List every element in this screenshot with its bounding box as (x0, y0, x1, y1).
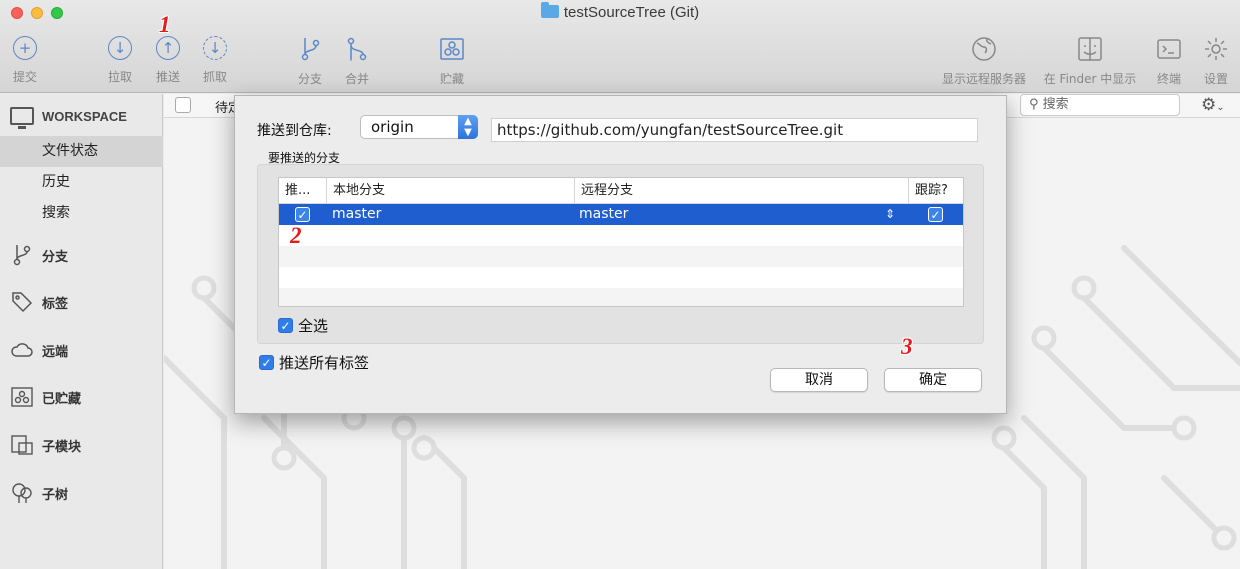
repo-url-field[interactable]: https://github.com/yungfan/testSourceTre… (491, 118, 978, 142)
branches-label: 分支 (42, 249, 69, 265)
workspace-header: WORKSPACE (10, 104, 127, 129)
settings-button[interactable]: 设置 (1186, 36, 1240, 87)
cloud-icon (10, 338, 34, 362)
cancel-button[interactable]: 取消 (770, 368, 868, 392)
remote-branch-select[interactable]: master (579, 204, 628, 225)
table-row-empty (279, 225, 963, 246)
sidebar-item-history[interactable]: 历史 (0, 167, 163, 198)
sidebar-section-subtrees[interactable]: 子树 (10, 479, 68, 507)
submodule-icon (10, 433, 34, 457)
show-remote-label: 显示远程服务器 (941, 72, 1026, 86)
table-row-empty (279, 267, 963, 288)
tree-icon (10, 481, 34, 505)
sidebar-section-submodules[interactable]: 子模块 (10, 431, 81, 459)
select-all-checkbox[interactable]: ✓ 全选 (278, 315, 328, 336)
settings-label: 设置 (1203, 72, 1228, 86)
sidebar-section-remotes[interactable]: 远端 (10, 336, 68, 364)
workspace-label: WORKSPACE (42, 108, 127, 124)
search-input[interactable]: ⚲ 搜索 (1020, 94, 1180, 116)
table-row[interactable]: ✓ master master ⇕ ✓ (279, 204, 963, 225)
fetch-dashed-circle-icon: ↓ (203, 36, 227, 60)
chevron-updown-icon: ▲ ▼ (458, 115, 478, 139)
push-all-tags-label: 推送所有标签 (279, 354, 370, 372)
finder-icon (1078, 37, 1102, 61)
push-to-repo-label: 推送到仓库: (257, 123, 332, 139)
column-header-remote-branch[interactable]: 远程分支 (575, 178, 909, 204)
chevron-updown-icon[interactable]: ⇕ (885, 204, 895, 225)
gear-icon: ⚙ (1201, 95, 1217, 115)
checkmark-icon: ✓ (259, 355, 274, 370)
arrow-down-circle-icon: ↓ (108, 36, 132, 60)
tag-icon (10, 290, 34, 314)
local-branch-cell: master (332, 206, 382, 222)
stashes-label: 已贮藏 (42, 391, 82, 407)
show-in-finder-button[interactable]: 在 Finder 中显示 (1038, 36, 1142, 87)
table-row-empty (279, 288, 963, 306)
commit-button[interactable]: + 提交 (0, 36, 55, 85)
title-toolbar: testSourceTree (Git) + 提交 ↓ 拉取 ↑ 推送 ↓ 抓取… (0, 0, 1240, 93)
plus-circle-icon: + (13, 36, 37, 60)
remotes-label: 远端 (42, 344, 69, 360)
tags-label: 标签 (42, 296, 69, 312)
arrow-up-circle-icon: ↑ (156, 36, 180, 60)
annotation-step-1: 1 (159, 12, 171, 37)
select-all-label: 全选 (298, 317, 329, 335)
sidebar-section-branches[interactable]: 分支 (10, 241, 68, 269)
select-all-files-checkbox[interactable] (175, 97, 191, 113)
push-dialog: 推送到仓库: origin ▲ ▼ https://github.com/yung… (234, 95, 1007, 414)
checkmark-icon: ✓ (295, 207, 310, 222)
folder-icon (540, 2, 559, 18)
show-in-finder-label: 在 Finder 中显示 (1043, 72, 1137, 86)
monitor-icon (10, 107, 34, 129)
search-icon: ⚲ (1029, 97, 1039, 112)
branch-icon (301, 38, 320, 61)
sidebar: WORKSPACE 文件状态 历史 搜索 分支 标签 远端 已贮藏 子模块 子树 (0, 94, 163, 569)
sidebar-item-search[interactable]: 搜索 (0, 198, 163, 229)
window-title-text: testSourceTree (Git) (563, 4, 700, 21)
branches-table: 推... 本地分支 远程分支 跟踪? ✓ master master ⇕ ✓ (278, 177, 964, 307)
stash-icon (10, 385, 34, 409)
track-checkbox[interactable]: ✓ (928, 207, 943, 222)
branch-icon (10, 243, 34, 267)
submodules-label: 子模块 (42, 439, 82, 455)
fetch-label: 抓取 (202, 70, 227, 84)
search-placeholder: 搜索 (1042, 97, 1069, 112)
terminal-icon (1157, 39, 1181, 59)
column-header-push[interactable]: 推... (279, 178, 327, 204)
sidebar-section-stashes[interactable]: 已贮藏 (10, 383, 81, 411)
subtrees-label: 子树 (42, 487, 69, 503)
checkmark-icon: ✓ (278, 318, 293, 333)
annotation-step-3: 3 (901, 334, 913, 359)
merge-label: 合并 (344, 72, 369, 86)
sidebar-item-file-status[interactable]: 文件状态 (0, 136, 163, 167)
chevron-down-icon: ⌄ (1216, 102, 1225, 113)
stash-icon (440, 38, 464, 60)
merge-icon (347, 37, 367, 61)
checkmark-icon: ✓ (928, 207, 943, 222)
window-title: testSourceTree (Git) (0, 2, 1240, 21)
column-header-track[interactable]: 跟踪? (909, 178, 963, 204)
push-all-tags-checkbox[interactable]: ✓ 推送所有标签 (259, 352, 369, 373)
table-row-empty (279, 246, 963, 267)
sidebar-section-tags[interactable]: 标签 (10, 288, 68, 316)
stash-label: 贮藏 (439, 72, 464, 86)
gear-icon (1205, 38, 1227, 60)
annotation-step-2: 2 (290, 223, 302, 248)
merge-button[interactable]: 合并 (327, 36, 387, 87)
ok-button[interactable]: 确定 (884, 368, 982, 392)
column-header-local-branch[interactable]: 本地分支 (327, 178, 575, 204)
push-checkbox[interactable]: ✓ (295, 207, 310, 222)
show-remote-button[interactable]: 显示远程服务器 (937, 36, 1031, 87)
gear-menu-button[interactable]: ⚙⌄ (1201, 95, 1225, 115)
repo-selected-value: origin (371, 118, 414, 136)
branches-group: 推... 本地分支 远程分支 跟踪? ✓ master master ⇕ ✓ ✓… (257, 164, 984, 344)
commit-label: 提交 (12, 70, 37, 84)
repo-select[interactable]: origin ▲ ▼ (360, 115, 478, 139)
fetch-button[interactable]: ↓ 抓取 (185, 36, 245, 85)
stash-button[interactable]: 贮藏 (422, 36, 482, 87)
globe-icon (972, 37, 996, 61)
